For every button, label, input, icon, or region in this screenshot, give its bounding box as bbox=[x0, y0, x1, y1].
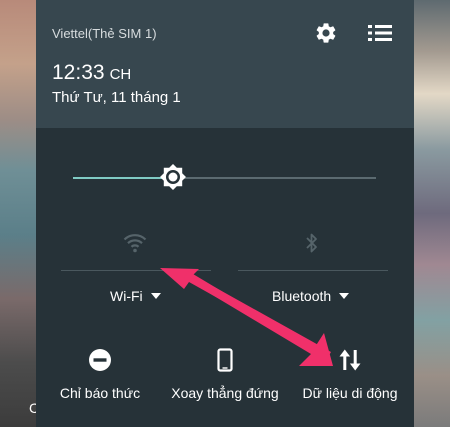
chevron-down-icon bbox=[339, 293, 350, 299]
phone-portrait-icon bbox=[217, 348, 233, 372]
brightness-slider-fill bbox=[73, 177, 173, 179]
dnd-tile[interactable]: Chỉ báo thức bbox=[50, 348, 150, 401]
rotation-label: Xoay thẳng đứng bbox=[171, 385, 279, 401]
bluetooth-tile-label[interactable]: Bluetooth bbox=[272, 288, 350, 304]
wifi-icon[interactable] bbox=[123, 233, 147, 253]
brightness-slider[interactable] bbox=[73, 164, 376, 190]
carrier-label: Viettel(Thẻ SIM 1) bbox=[52, 26, 157, 41]
edit-tiles-button[interactable] bbox=[367, 20, 393, 46]
settings-button[interactable] bbox=[313, 20, 339, 46]
mobile-data-label: Dữ liệu di động bbox=[302, 385, 398, 401]
rotation-tile[interactable]: Xoay thẳng đứng bbox=[160, 348, 290, 401]
quick-settings-panel: Wi-Fi Bluetooth Chỉ báo thức Xoay thẳng … bbox=[36, 128, 414, 427]
bluetooth-label: Bluetooth bbox=[272, 288, 332, 304]
mobile-data-icon bbox=[339, 349, 361, 371]
wallpaper-right bbox=[414, 0, 450, 427]
dnd-label: Chỉ báo thức bbox=[59, 385, 141, 401]
wallpaper-left: C bbox=[0, 0, 39, 427]
bluetooth-divider bbox=[238, 270, 388, 271]
date-label[interactable]: Thứ Tư, 11 tháng 1 bbox=[52, 89, 181, 106]
wifi-label: Wi-Fi bbox=[110, 288, 143, 304]
wifi-tile-label[interactable]: Wi-Fi bbox=[110, 288, 161, 304]
notification-header: Viettel(Thẻ SIM 1) 12:33 CH Thứ Tư, 11 th… bbox=[36, 0, 414, 128]
brightness-icon[interactable] bbox=[159, 163, 187, 191]
chevron-down-icon bbox=[150, 293, 161, 299]
list-icon bbox=[368, 25, 392, 41]
mobile-data-tile[interactable]: Dữ liệu di động bbox=[298, 348, 402, 401]
clock-ampm: CH bbox=[109, 66, 132, 83]
clock-time: 12:33 bbox=[52, 61, 105, 84]
clock[interactable]: 12:33 CH bbox=[52, 61, 131, 85]
bluetooth-icon[interactable] bbox=[304, 232, 320, 254]
do-not-disturb-icon bbox=[89, 349, 111, 371]
gear-icon bbox=[316, 23, 336, 43]
wifi-divider bbox=[61, 270, 211, 271]
